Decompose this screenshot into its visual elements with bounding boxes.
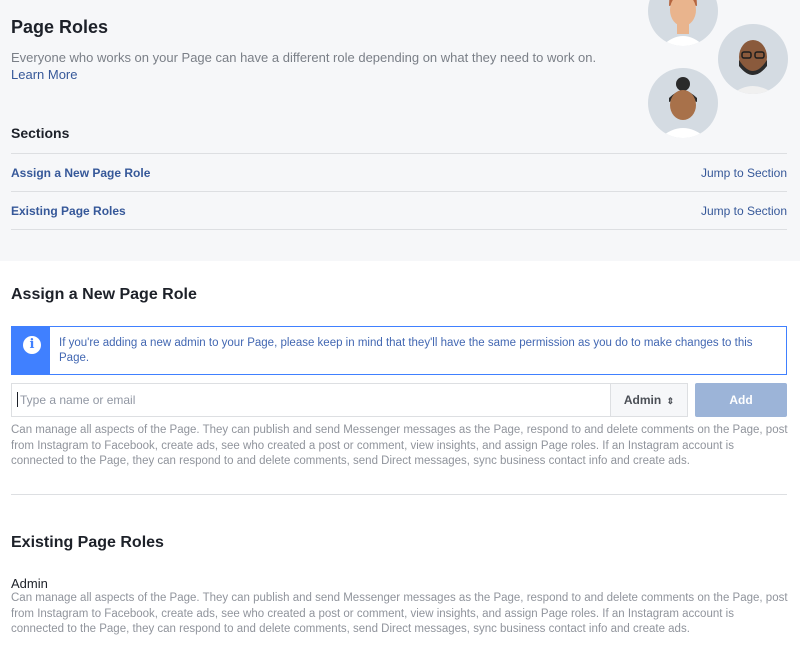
role-select-value: Admin [623, 393, 662, 407]
sections-heading: Sections [11, 125, 70, 141]
add-button[interactable]: Add [695, 383, 787, 417]
role-select-dropdown[interactable]: Admin ⇕ [610, 383, 688, 417]
person-avatar-illustration-2 [718, 24, 788, 94]
name-or-email-input[interactable] [11, 383, 611, 417]
select-arrows-icon: ⇕ [666, 396, 675, 406]
notice-icon-bar: i [12, 327, 50, 374]
sections-divider [11, 229, 787, 230]
section-link-assign[interactable]: Assign a New Page Role [11, 166, 150, 180]
section-link-existing[interactable]: Existing Page Roles [11, 204, 126, 218]
existing-roles-heading: Existing Page Roles [11, 534, 164, 551]
jump-to-section-link-existing[interactable]: Jump to Section [701, 204, 787, 218]
existing-role-name: Admin [11, 576, 48, 591]
page-roles-header-panel: Page Roles Everyone who works on your Pa… [0, 0, 800, 261]
learn-more-link[interactable]: Learn More [11, 67, 77, 82]
assign-role-heading: Assign a New Page Role [11, 286, 197, 303]
text-cursor [17, 392, 18, 407]
jump-to-section-link-assign[interactable]: Jump to Section [701, 166, 787, 180]
section-row-assign: Assign a New Page Role Jump to Section [11, 153, 787, 191]
notice-text: If you're adding a new admin to your Pag… [59, 337, 753, 364]
description-text: Everyone who works on your Page can have… [11, 50, 597, 65]
person-avatar-illustration-3 [648, 68, 718, 138]
page-title: Page Roles [11, 17, 109, 37]
selected-role-description: Can manage all aspects of the Page. They… [11, 424, 788, 467]
info-icon: i [23, 336, 41, 354]
page-description: Everyone who works on your Page can have… [11, 49, 621, 83]
person-avatar-illustration-1 [648, 0, 718, 46]
section-row-existing: Existing Page Roles Jump to Section [11, 191, 787, 229]
admin-notice-box: i If you're adding a new admin to your P… [11, 326, 787, 375]
existing-role-description: Can manage all aspects of the Page. They… [11, 592, 788, 635]
section-divider [11, 494, 787, 495]
